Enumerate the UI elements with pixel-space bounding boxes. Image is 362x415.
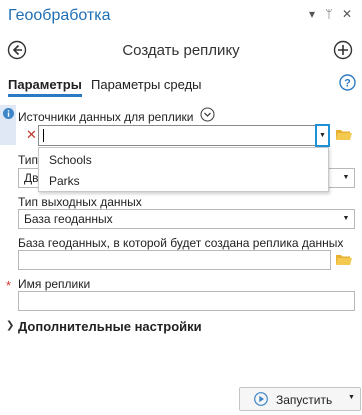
replica-name-label: Имя реплики: [18, 277, 91, 291]
folder-icon[interactable]: [336, 129, 352, 141]
geodatabase-label: База геоданных, в которой будет создана …: [18, 236, 344, 250]
play-icon: [254, 392, 268, 406]
advanced-settings-toggle[interactable]: Дополнительные настройки: [18, 319, 202, 334]
chevron-down-icon[interactable]: ▼: [340, 174, 352, 181]
data-sources-dropdown-button[interactable]: ▼: [315, 124, 330, 147]
folder-icon[interactable]: [336, 254, 352, 266]
replica-type-value: Дв: [24, 171, 39, 185]
info-icon: [3, 108, 14, 119]
help-icon[interactable]: ?: [339, 74, 356, 91]
chevron-right-icon[interactable]: ❯: [6, 320, 14, 331]
output-type-label: Тип выходных данных: [18, 195, 142, 209]
text-cursor: [43, 129, 44, 143]
chevron-down-icon[interactable]: ▼: [340, 215, 352, 222]
title-bar: Геообработка ▾ ᛘ ✕: [0, 0, 362, 33]
run-button-label: Запустить: [276, 393, 333, 407]
geodatabase-input[interactable]: [18, 250, 331, 270]
chevron-down-icon: ▼: [319, 132, 326, 139]
svg-text:?: ?: [344, 78, 351, 90]
output-type-select[interactable]: База геоданных: [18, 209, 355, 229]
tab-environments[interactable]: Параметры среды: [91, 77, 202, 92]
run-button[interactable]: Запустить ▼: [239, 387, 361, 411]
chevron-down-icon[interactable]: ▼: [348, 394, 355, 401]
pane-menu-icon[interactable]: ▾: [305, 7, 319, 21]
tool-title: Создать реплику: [122, 42, 240, 59]
pin-icon[interactable]: ᛘ: [322, 7, 336, 21]
replica-type-label: Тип: [18, 153, 39, 167]
expand-chevron-icon[interactable]: [200, 107, 215, 122]
pane-title: Геообработка: [8, 7, 111, 24]
add-icon[interactable]: [333, 40, 353, 60]
data-sources-dropdown-list: Schools Parks: [38, 147, 329, 192]
output-type-value: База геоданных: [24, 212, 113, 226]
remove-row-icon[interactable]: ✕: [26, 127, 37, 143]
replica-name-input[interactable]: [18, 291, 355, 311]
data-sources-label: Источники данных для реплики: [18, 110, 194, 124]
tab-parameters[interactable]: Параметры: [8, 77, 82, 97]
dropdown-option-schools[interactable]: Schools: [49, 153, 92, 167]
close-icon[interactable]: ✕: [340, 7, 354, 21]
data-sources-input[interactable]: [38, 125, 328, 146]
dropdown-option-parks[interactable]: Parks: [49, 174, 80, 188]
required-marker: *: [6, 278, 12, 293]
